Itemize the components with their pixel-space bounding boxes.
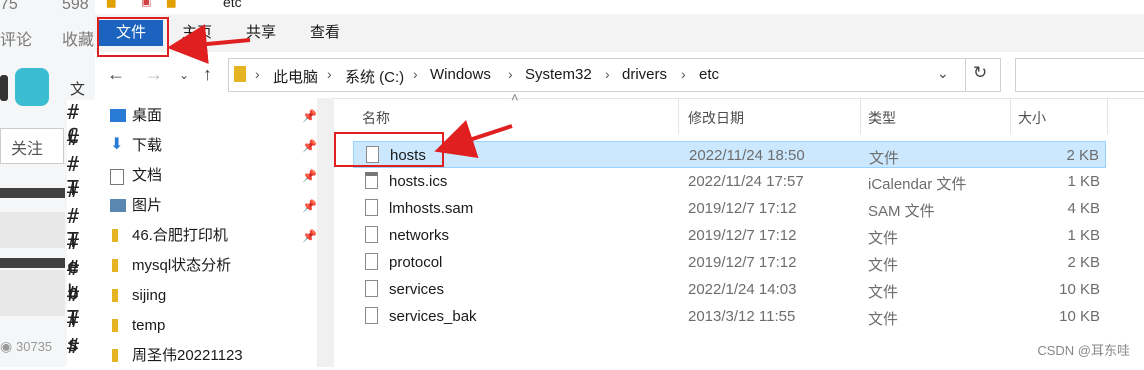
watermark: CSDN @耳东哇 [1037, 343, 1130, 358]
arrow-to-file-tab [167, 24, 251, 64]
arrow-to-hosts [434, 120, 513, 159]
annotation-arrows [167, 24, 513, 159]
